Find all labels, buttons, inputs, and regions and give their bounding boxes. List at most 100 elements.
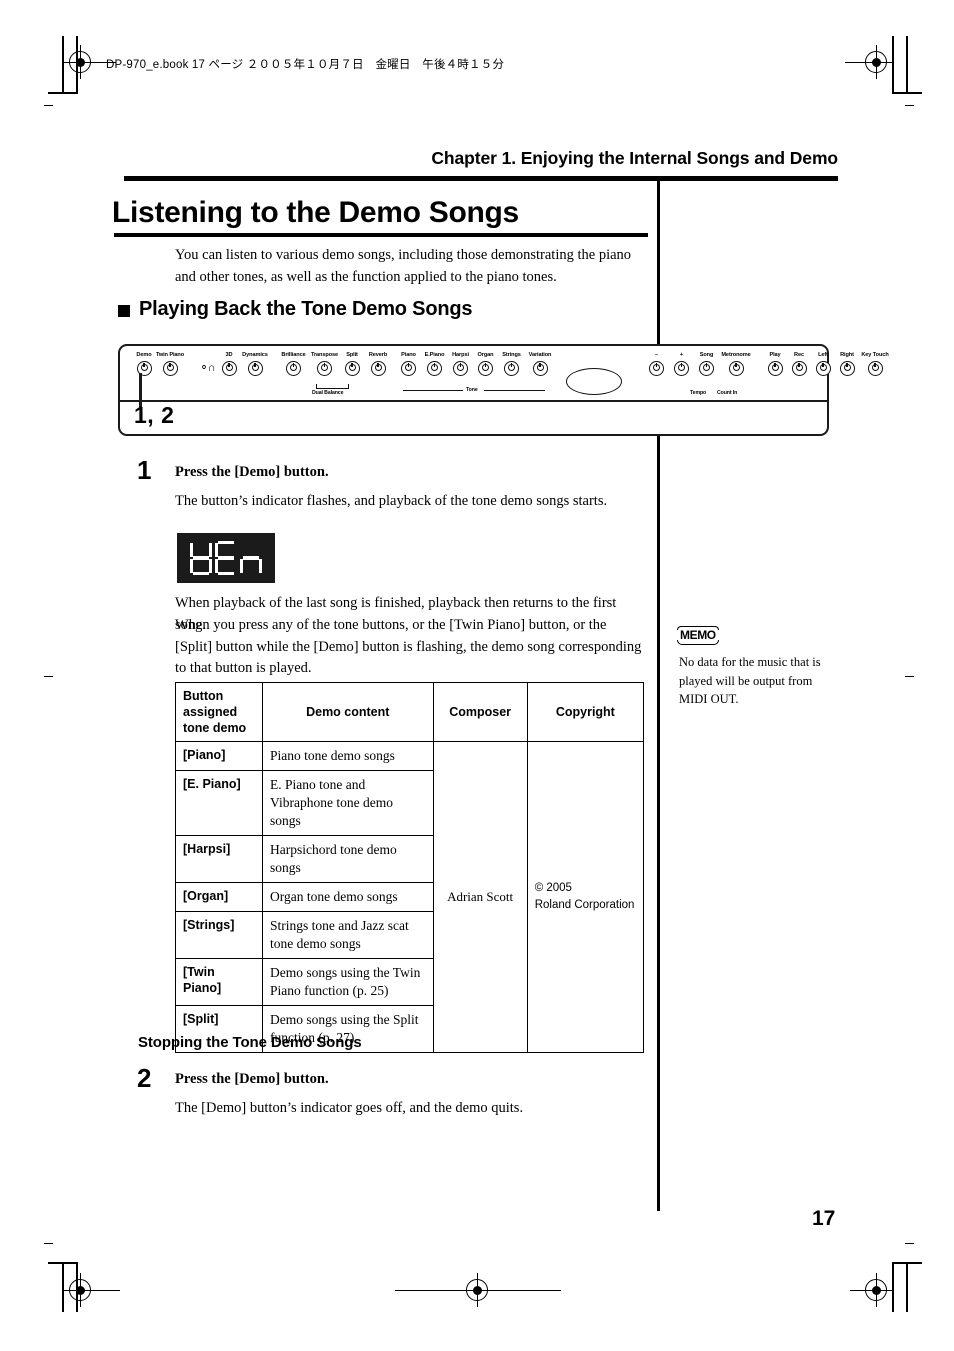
panel-button-organ-label: Organ (477, 352, 494, 358)
table-row: [Piano] Piano tone demo songs Adrian Sco… (174, 741, 645, 1053)
panel-group-effects: Brilliance Transpose Split Reverb (278, 352, 392, 376)
tone-group-line-left (403, 390, 463, 392)
panel-button-split[interactable]: Split (340, 352, 364, 376)
led-digit-3 (240, 541, 262, 575)
panel-button-rec[interactable]: Rec (787, 352, 811, 376)
crop-tick-mid-right (905, 676, 914, 677)
registration-mark-top-left (63, 45, 97, 79)
panel-step-callout-label: 1, 2 (134, 402, 175, 428)
panel-dual-balance-label: Dual Balance (312, 390, 344, 396)
step-1-heading: Press the [Demo] button. (175, 464, 329, 480)
subsection-heading-label: Playing Back the Tone Demo Songs (139, 298, 473, 320)
page-number: 17 (812, 1207, 836, 1230)
panel-group-right: Play Rec Left Right Key Touch (763, 352, 891, 376)
panel-button-tempo-minus-label: – (654, 352, 658, 358)
panel-button-twin-piano[interactable]: Twin Piano (155, 352, 185, 376)
table-cell-content: Demo songs using the Twin Piano function… (262, 958, 434, 1006)
knob-icon (453, 361, 468, 376)
led-digit-1 (190, 541, 212, 575)
tone-group-line-right (484, 390, 545, 392)
crop-mark-bottom-right-v (892, 1262, 894, 1312)
panel-button-left-label: Left (818, 352, 828, 358)
crop-mark-bottom-left-v (62, 1262, 64, 1312)
panel-button-twin-piano-label: Twin Piano (155, 352, 185, 358)
knob-icon (221, 361, 237, 376)
table-header-content: Demo content (262, 682, 434, 742)
panel-button-3d[interactable]: 3D (218, 352, 240, 376)
panel-button-organ[interactable]: Organ (473, 352, 498, 376)
header-rule (124, 176, 838, 181)
step-1-number: 1 (137, 455, 152, 485)
print-file-header: DP-970_e.book 17 ページ ２００５年１０月７日 金曜日 午後４時… (106, 59, 505, 71)
panel-button-3d-label: 3D (225, 352, 233, 358)
panel-group-tone: Piano E.Piano Harpsi Organ Strings Varia… (396, 352, 555, 376)
table-cell-copyright: © 2005 Roland Corporation (526, 741, 645, 1053)
panel-button-key-touch[interactable]: Key Touch (859, 352, 891, 376)
knob-icon (344, 361, 360, 376)
panel-button-rec-label: Rec (794, 352, 804, 358)
panel-button-strings-label: Strings (502, 352, 521, 358)
panel-button-tempo-plus-label: + (679, 352, 684, 358)
knob-icon (427, 361, 442, 376)
panel-button-piano[interactable]: Piano (396, 352, 421, 376)
panel-button-e-piano-label: E.Piano (424, 352, 445, 358)
page-title-rule (114, 233, 648, 237)
crop-mark-top-left-tick (44, 105, 53, 106)
subsection-heading-playback: Playing Back the Tone Demo Songs (118, 298, 473, 321)
panel-button-piano-label: Piano (401, 352, 416, 358)
knob-icon (286, 361, 301, 376)
panel-button-song[interactable]: Song (694, 352, 719, 376)
table-cell-composer: Adrian Scott (432, 741, 528, 1053)
knob-icon (728, 361, 744, 376)
panel-display-oval (566, 368, 622, 395)
panel-button-dynamics[interactable]: Dynamics (240, 352, 270, 376)
table-cell-button: [Twin Piano] (174, 958, 264, 1006)
knob-icon (815, 361, 831, 376)
knob-icon (674, 361, 689, 376)
registration-line-bottom-center-right (489, 1290, 561, 1291)
knob-icon (401, 361, 416, 376)
panel-button-split-label: Split (346, 352, 358, 358)
table-header-button: Button assigned tone demo (174, 682, 264, 742)
crop-mark-bottom-left-h (48, 1262, 78, 1264)
table-cell-content: Piano tone demo songs (262, 741, 434, 771)
knob-icon (370, 361, 386, 376)
knob-icon (839, 361, 855, 376)
panel-divider-line (120, 400, 827, 402)
panel-button-harpsi[interactable]: Harpsi (448, 352, 473, 376)
panel-button-tempo-plus[interactable]: + (669, 352, 694, 376)
section-intro-text: You can listen to various demo songs, in… (175, 247, 632, 285)
headphone-icon: ⚬∩ (199, 362, 215, 374)
panel-button-transpose[interactable]: Transpose (309, 352, 340, 376)
control-panel-diagram: Demo Twin Piano ⚬∩ 3D Dynamics Brillianc… (118, 344, 889, 436)
panel-button-tempo-minus[interactable]: – (644, 352, 669, 376)
panel-button-reverb[interactable]: Reverb (364, 352, 392, 376)
subsection-heading-stopping: Stopping the Tone Demo Songs (138, 1034, 362, 1051)
table-cell-content: Harpsichord tone demo songs (262, 835, 434, 883)
panel-button-metronome[interactable]: Metronome (719, 352, 753, 376)
panel-button-right[interactable]: Right (835, 352, 859, 376)
knob-icon (532, 361, 548, 376)
knob-icon (767, 361, 783, 376)
panel-button-left[interactable]: Left (811, 352, 835, 376)
registration-line-bottom-right (850, 1290, 878, 1291)
knob-icon (867, 361, 883, 376)
panel-button-e-piano[interactable]: E.Piano (421, 352, 448, 376)
panel-button-demo[interactable]: Demo (133, 352, 155, 376)
panel-group-headphone: ⚬∩ (196, 352, 218, 376)
crop-mark-bottom-left-tick (44, 1243, 53, 1244)
table-cell-button: [Harpsi] (174, 835, 264, 883)
led-digit-2 (215, 541, 237, 575)
panel-button-variation[interactable]: Variation (525, 352, 555, 376)
panel-button-harpsi-label: Harpsi (452, 352, 469, 358)
knob-icon (649, 361, 664, 376)
knob-icon (791, 361, 807, 376)
panel-button-strings[interactable]: Strings (498, 352, 525, 376)
registration-mark-bottom-left (63, 1273, 97, 1307)
memo-note: MEMO No data for the music that is playe… (677, 626, 839, 709)
panel-button-brilliance[interactable]: Brilliance (278, 352, 309, 376)
panel-button-play[interactable]: Play (763, 352, 787, 376)
step-2-heading: Press the [Demo] button. (175, 1071, 329, 1087)
table-header-copyright: Copyright (526, 682, 645, 742)
table-cell-content: Strings tone and Jazz scat tone demo son… (262, 911, 434, 959)
